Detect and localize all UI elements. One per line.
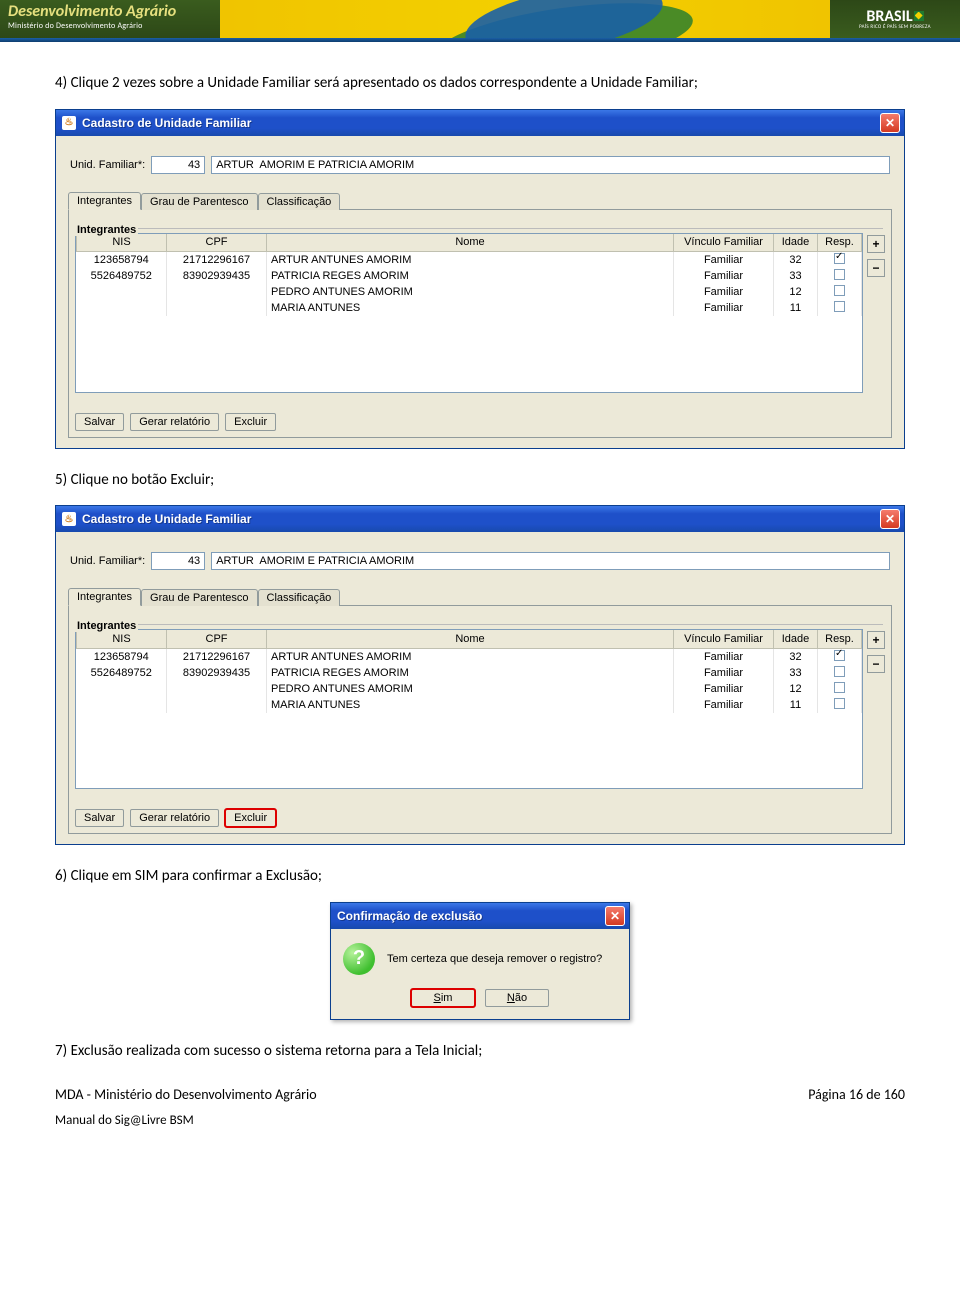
titlebar[interactable]: ♨ Cadastro de Unidade Familiar ✕ <box>56 506 904 532</box>
dialog-message: Tem certeza que deseja remover o registr… <box>387 953 602 965</box>
banner-logo: BRASIL PAÍS RICO É PAÍS SEM POBREZA <box>830 0 960 38</box>
col-cpf[interactable]: CPF <box>167 234 267 252</box>
tab-integrantes[interactable]: Integrantes <box>68 588 141 606</box>
col-nis[interactable]: NIS <box>77 630 167 648</box>
dialog-title: Confirmação de exclusão <box>337 909 605 923</box>
table-row[interactable]: 552648975283902939435PATRICIA REGES AMOR… <box>77 268 862 284</box>
resp-checkbox[interactable] <box>834 269 845 280</box>
remove-row-button[interactable]: − <box>867 259 885 277</box>
resp-checkbox[interactable] <box>834 285 845 296</box>
tab-classificacao[interactable]: Classificação <box>258 193 341 210</box>
unid-familiar-id-input[interactable] <box>151 156 205 174</box>
gerar-relatorio-button[interactable]: Gerar relatório <box>130 809 219 827</box>
close-button[interactable]: ✕ <box>880 113 900 133</box>
unid-familiar-name-input[interactable] <box>211 156 890 174</box>
add-row-button[interactable]: + <box>867 631 885 649</box>
salvar-button[interactable]: Salvar <box>75 809 124 827</box>
footer-org: MDA - Ministério do Desenvolvimento Agrá… <box>55 1086 317 1103</box>
table-row[interactable]: 12365879421712296167ARTUR ANTUNES AMORIM… <box>77 648 862 665</box>
dialog-titlebar[interactable]: Confirmação de exclusão ✕ <box>331 903 629 929</box>
cadastro-window-2: ♨ Cadastro de Unidade Familiar ✕ Unid. F… <box>55 505 905 845</box>
col-vinculo[interactable]: Vínculo Familiar <box>674 630 774 648</box>
fieldset-legend: Integrantes <box>75 620 138 632</box>
confirm-delete-dialog: Confirmação de exclusão ✕ ? Tem certeza … <box>330 902 630 1020</box>
tab-grau-parentesco[interactable]: Grau de Parentesco <box>141 193 257 210</box>
gerar-relatorio-button[interactable]: Gerar relatório <box>130 413 219 431</box>
remove-row-button[interactable]: − <box>867 655 885 673</box>
salvar-button[interactable]: Salvar <box>75 413 124 431</box>
page-header-banner: Desenvolvimento Agrário Ministério do De… <box>0 0 960 38</box>
col-resp[interactable]: Resp. <box>818 234 862 252</box>
logo-text: BRASIL <box>866 7 912 26</box>
table-row[interactable]: PEDRO ANTUNES AMORIMFamiliar12 <box>77 681 862 697</box>
page-footer: MDA - Ministério do Desenvolvimento Agrá… <box>0 1086 960 1148</box>
col-vinculo[interactable]: Vínculo Familiar <box>674 234 774 252</box>
footer-manual: Manual do Sig@Livre BSM <box>55 1113 905 1128</box>
resp-checkbox[interactable] <box>834 650 845 661</box>
resp-checkbox[interactable] <box>834 666 845 677</box>
resp-checkbox[interactable] <box>834 301 845 312</box>
dialog-close-button[interactable]: ✕ <box>605 906 625 926</box>
banner-subtitle: Ministério do Desenvolvimento Agrário <box>8 21 212 31</box>
col-resp[interactable]: Resp. <box>818 630 862 648</box>
fieldset-legend: Integrantes <box>75 224 138 236</box>
table-row[interactable]: 12365879421712296167ARTUR ANTUNES AMORIM… <box>77 252 862 269</box>
window-title: Cadastro de Unidade Familiar <box>82 116 880 130</box>
col-nome[interactable]: Nome <box>267 234 674 252</box>
banner-title: Desenvolvimento Agrário <box>8 2 212 21</box>
logo-tagline: PAÍS RICO É PAÍS SEM POBREZA <box>859 25 931 30</box>
flag-icon <box>914 11 924 21</box>
tabs: Integrantes Grau de Parentesco Classific… <box>68 192 892 210</box>
excluir-button[interactable]: Excluir <box>225 413 276 431</box>
integrantes-grid[interactable]: NIS CPF Nome Vínculo Familiar Idade Resp… <box>75 233 863 393</box>
question-icon: ? <box>343 943 375 975</box>
resp-checkbox[interactable] <box>834 253 845 264</box>
integrantes-grid[interactable]: NIS CPF Nome Vínculo Familiar Idade Resp… <box>75 629 863 789</box>
instruction-step-6: 6) Clique em SIM para confirmar a Exclus… <box>55 865 905 888</box>
instruction-step-7: 7) Exclusão realizada com sucesso o sist… <box>55 1040 905 1063</box>
java-icon: ♨ <box>62 512 76 526</box>
nao-button[interactable]: Não <box>485 989 549 1007</box>
col-idade[interactable]: Idade <box>774 630 818 648</box>
titlebar[interactable]: ♨ Cadastro de Unidade Familiar ✕ <box>56 110 904 136</box>
resp-checkbox[interactable] <box>834 682 845 693</box>
instruction-step-5: 5) Clique no botão Excluir; <box>55 469 905 492</box>
unid-familiar-id-input[interactable] <box>151 552 205 570</box>
sim-button[interactable]: Sim <box>411 989 475 1007</box>
tab-classificacao[interactable]: Classificação <box>258 589 341 606</box>
resp-checkbox[interactable] <box>834 698 845 709</box>
window-title: Cadastro de Unidade Familiar <box>82 512 880 526</box>
add-row-button[interactable]: + <box>867 235 885 253</box>
tab-integrantes[interactable]: Integrantes <box>68 192 141 210</box>
table-row[interactable]: MARIA ANTUNESFamiliar11 <box>77 300 862 316</box>
table-row[interactable]: PEDRO ANTUNES AMORIMFamiliar12 <box>77 284 862 300</box>
close-button[interactable]: ✕ <box>880 509 900 529</box>
banner-brand: Desenvolvimento Agrário Ministério do De… <box>0 0 220 38</box>
tab-grau-parentesco[interactable]: Grau de Parentesco <box>141 589 257 606</box>
java-icon: ♨ <box>62 116 76 130</box>
col-idade[interactable]: Idade <box>774 234 818 252</box>
col-cpf[interactable]: CPF <box>167 630 267 648</box>
footer-page: Página 16 de 160 <box>808 1086 905 1103</box>
banner-decor <box>220 0 830 38</box>
unid-familiar-name-input[interactable] <box>211 552 890 570</box>
table-row[interactable]: MARIA ANTUNESFamiliar11 <box>77 697 862 713</box>
cadastro-window-1: ♨ Cadastro de Unidade Familiar ✕ Unid. F… <box>55 109 905 449</box>
table-row[interactable]: 552648975283902939435PATRICIA REGES AMOR… <box>77 665 862 681</box>
tabs: Integrantes Grau de Parentesco Classific… <box>68 588 892 606</box>
label-unid-familiar: Unid. Familiar*: <box>70 555 145 567</box>
excluir-button-highlighted[interactable]: Excluir <box>225 809 276 827</box>
col-nome[interactable]: Nome <box>267 630 674 648</box>
label-unid-familiar: Unid. Familiar*: <box>70 159 145 171</box>
col-nis[interactable]: NIS <box>77 234 167 252</box>
instruction-step-4: 4) Clique 2 vezes sobre a Unidade Famili… <box>55 72 905 95</box>
